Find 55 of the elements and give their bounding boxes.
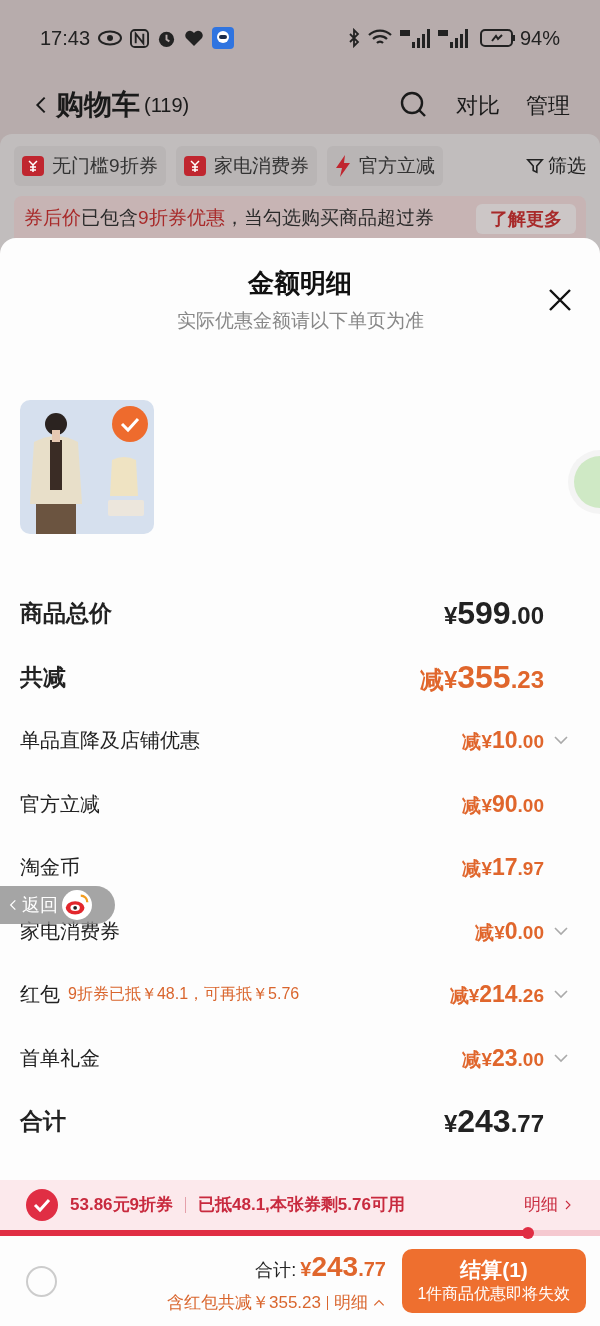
eye-icon [98,30,123,46]
eye-logo-icon [62,890,92,920]
search-icon[interactable] [400,91,428,119]
coupon-icon [183,156,206,176]
lightning-icon [334,155,351,177]
check-circle-icon[interactable] [26,1189,58,1221]
filter-icon [526,157,544,175]
bluetooth-icon [347,28,360,48]
amount: 减¥0.00 [475,916,544,946]
sheet-title: 金额明细 [248,267,352,300]
detail-link[interactable]: 明细 [334,1290,386,1316]
amount: ¥243.77 [443,1102,544,1142]
filter-chip[interactable]: 无门槛9折券 [14,146,166,186]
filter-chip[interactable]: 官方立减 [326,146,443,186]
amount: 减¥90.00 [462,789,544,819]
learn-more-button[interactable]: 了解更多 [476,204,576,234]
row-label: 首单礼金 [20,1045,100,1071]
row-label: 红包 [20,982,60,1008]
clock: 17:43 [40,26,91,51]
amount: 减¥17.97 [462,853,544,882]
page-title: 购物车 [56,88,140,122]
row-label: 官方立减 [20,791,100,817]
filter-button[interactable]: 筛选 [526,151,586,181]
total-label: 合计: [255,1259,297,1283]
row-label: 单品直降及店铺优惠 [20,728,200,754]
header-action[interactable]: 管理 [526,88,570,122]
select-all-checkbox[interactable] [26,1265,57,1297]
amount: 减¥10.00 [462,726,544,755]
filter-chip[interactable]: 家电消费券 [175,146,317,186]
check-icon[interactable] [112,405,148,442]
row-label: 共减 [20,662,66,692]
close-icon[interactable] [548,288,572,312]
amount: 减¥23.00 [462,1043,544,1073]
cart-count: (119) [144,93,190,118]
robot-app-icon [212,27,235,49]
saving-text: 含红包共减￥355.23 [167,1292,321,1315]
amount: ¥599.00 [443,594,544,634]
row-label: 商品总价 [20,599,112,628]
amount: 减¥355.23 [419,657,544,697]
detail-link[interactable]: 明细 [524,1192,574,1218]
coupon-name: 53.86元9折券 [70,1194,173,1217]
total-price: ¥243.77 [300,1250,386,1285]
row-label: 淘金币 [20,855,80,881]
nfc-icon [130,28,150,48]
battery-level: 94% [519,26,560,51]
coupon-detail: 已抵48.1,本张券剩5.76可用 [198,1194,405,1217]
header-action[interactable]: 对比 [456,88,500,122]
notice-text: 券后价已包含9折券优惠，当勾选购买商品超过券 [24,206,435,230]
sheet-subtitle: 实际优惠金额请以下单页为准 [176,309,424,333]
heart-icon [184,29,205,47]
row-label: 合计 [20,1107,66,1136]
coupon-icon [22,156,44,176]
amount: 减¥214.26 [449,980,544,1009]
row-note: 9折券已抵￥48.1，可再抵￥5.76 [68,984,300,1005]
battery-icon [479,28,516,48]
